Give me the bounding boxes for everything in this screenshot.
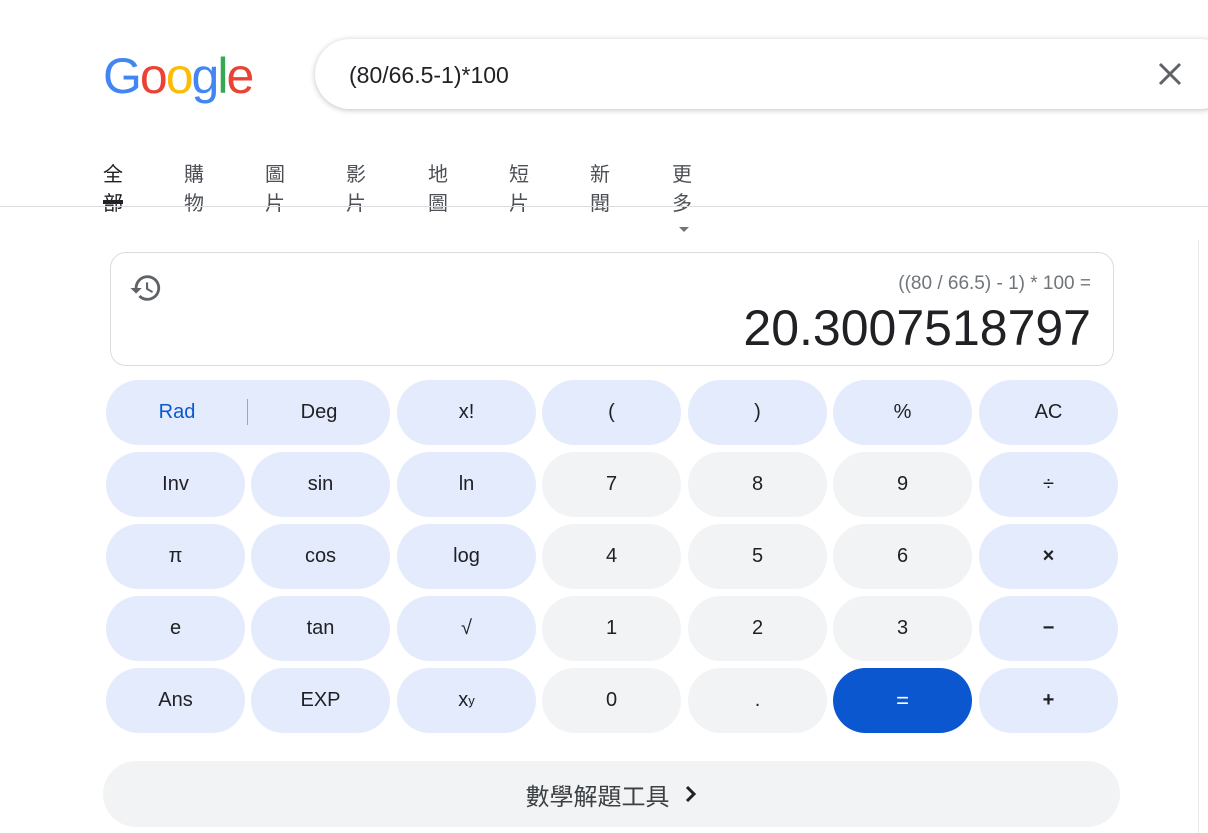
power-exponent: y <box>468 693 475 708</box>
search-box <box>315 39 1208 109</box>
tab-images[interactable]: 圖片 <box>265 158 285 215</box>
logo-letter: o <box>139 48 168 104</box>
logo-letter: G <box>103 48 142 104</box>
all-clear-button[interactable]: AC <box>979 380 1118 445</box>
logo-letter: o <box>165 48 194 104</box>
digit-0-button[interactable]: 0 <box>542 668 681 733</box>
digit-2-button[interactable]: 2 <box>688 596 827 661</box>
tab-shorts[interactable]: 短片 <box>509 158 529 215</box>
sin-button[interactable]: sin <box>251 452 390 517</box>
digit-4-button[interactable]: 4 <box>542 524 681 589</box>
percent-button[interactable]: % <box>833 380 972 445</box>
digit-5-button[interactable]: 5 <box>688 524 827 589</box>
tab-more[interactable]: 更多 <box>672 158 692 232</box>
rad-button[interactable]: Rad <box>106 380 248 445</box>
digit-7-button[interactable]: 7 <box>542 452 681 517</box>
tab-videos[interactable]: 影片 <box>346 158 366 215</box>
angle-mode-toggle: Rad Deg <box>106 380 390 445</box>
power-base: x <box>458 689 469 711</box>
log-button[interactable]: log <box>397 524 536 589</box>
tab-maps[interactable]: 地圖 <box>428 158 448 215</box>
tab-more-label: 更多 <box>672 162 692 215</box>
open-paren-button[interactable]: ( <box>542 380 681 445</box>
decimal-button[interactable]: . <box>688 668 827 733</box>
cos-button[interactable]: cos <box>251 524 390 589</box>
side-panel-edge <box>1198 240 1199 833</box>
tab-shopping[interactable]: 購物 <box>184 158 204 215</box>
search-input[interactable] <box>347 57 1131 93</box>
answer-button[interactable]: Ans <box>106 668 245 733</box>
math-solver-button[interactable]: 數學解題工具 <box>103 761 1120 827</box>
power-button[interactable]: xy <box>397 668 536 733</box>
subtract-button[interactable]: − <box>979 596 1118 661</box>
equals-button[interactable]: = <box>833 668 972 733</box>
math-solver-label: 數學解題工具 <box>525 782 670 811</box>
google-logo[interactable]: Google <box>103 47 254 107</box>
factorial-button[interactable]: x! <box>397 380 536 445</box>
tab-news[interactable]: 新聞 <box>590 158 610 215</box>
ln-button[interactable]: ln <box>397 452 536 517</box>
divide-button[interactable]: ÷ <box>979 452 1118 517</box>
history-icon[interactable] <box>129 271 163 305</box>
logo-letter: g <box>191 48 220 104</box>
digit-3-button[interactable]: 3 <box>833 596 972 661</box>
sqrt-button[interactable]: √ <box>397 596 536 661</box>
tab-all[interactable]: 全部 <box>103 158 123 215</box>
digit-8-button[interactable]: 8 <box>688 452 827 517</box>
caret-down-icon <box>679 226 689 232</box>
logo-letter: e <box>226 48 254 104</box>
calculation-expression: ((80 / 66.5) - 1) * 100 = <box>898 273 1091 294</box>
multiply-button[interactable]: × <box>979 524 1118 589</box>
clear-icon[interactable] <box>1153 57 1187 91</box>
digit-1-button[interactable]: 1 <box>542 596 681 661</box>
inverse-button[interactable]: Inv <box>106 452 245 517</box>
calculation-result: 20.3007518797 <box>743 300 1091 356</box>
add-button[interactable]: + <box>979 668 1118 733</box>
euler-button[interactable]: e <box>106 596 245 661</box>
close-paren-button[interactable]: ) <box>688 380 827 445</box>
digit-9-button[interactable]: 9 <box>833 452 972 517</box>
deg-button[interactable]: Deg <box>248 380 390 445</box>
calculator-display: ((80 / 66.5) - 1) * 100 = 20.3007518797 <box>110 252 1114 366</box>
pi-button[interactable]: π <box>106 524 245 589</box>
chevron-right-icon <box>685 785 696 803</box>
header-divider <box>0 206 1208 207</box>
exp-button[interactable]: EXP <box>251 668 390 733</box>
tan-button[interactable]: tan <box>251 596 390 661</box>
digit-6-button[interactable]: 6 <box>833 524 972 589</box>
